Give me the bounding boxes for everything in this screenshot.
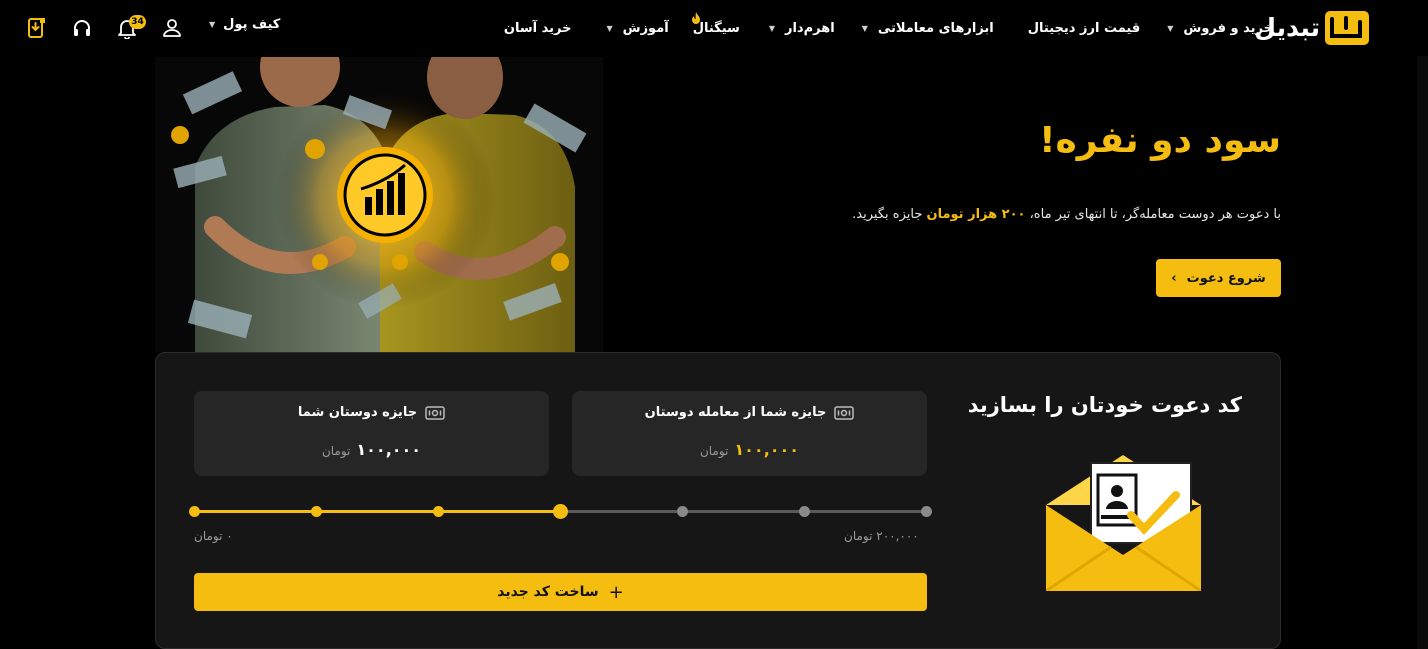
slider-step-dot[interactable] (189, 506, 200, 517)
nav-item-buy-sell[interactable]: خرید و فروش ▼ (1167, 21, 1273, 36)
nav-item-label: اهرم‌دار (784, 20, 835, 36)
wallet-menu[interactable]: ▼ کیف پول (209, 17, 280, 32)
slider-step-dot[interactable] (921, 506, 932, 517)
chevron-down-icon: ▼ (1167, 23, 1174, 33)
stat-value-row: ۱۰۰,۰۰۰ تومان (194, 440, 549, 459)
stat-tile-friend-reward: جایزه دوستان شما ۱۰۰,۰۰۰ تومان (194, 391, 549, 476)
header-tools: 34 ▼ کیف پول (0, 0, 300, 56)
top-navbar: تبدیل خرید و فروش ▼ قیمت ارز دیجیتال ابز… (0, 0, 1428, 56)
slider-step-dot[interactable] (311, 506, 322, 517)
page-scrollbar[interactable] (1417, 56, 1428, 649)
reward-split-slider[interactable] (189, 504, 932, 519)
chevron-down-icon: ▼ (768, 23, 775, 33)
plus-icon: + (608, 581, 624, 603)
fire-icon (691, 11, 700, 24)
card-title: کد دعوت خودتان را بسازید (967, 393, 1242, 417)
hero-desc-start: با دعوت هر دوست معامله‌گر، تا انتهای تیر… (1029, 207, 1281, 222)
nav-item-signal[interactable]: سیگنال (691, 11, 740, 36)
wallet-label: کیف پول (223, 17, 281, 32)
stat-unit: تومان (699, 444, 729, 458)
notification-badge: 34 (129, 15, 146, 29)
chevron-down-icon: ▼ (861, 23, 868, 33)
nav-item-easy-buy[interactable]: خرید آسان (504, 21, 572, 36)
stat-value: ۱۰۰,۰۰۰ (356, 440, 422, 459)
stat-tile-your-reward: جایزه شما از معامله دوستان ۱۰۰,۰۰۰ تومان (572, 391, 927, 476)
stat-value: ۱۰۰,۰۰۰ (734, 440, 800, 459)
nav-item-leverage[interactable]: اهرم‌دار ▼ (769, 21, 835, 36)
slider-fill (194, 510, 560, 513)
chevron-left-icon: › (1171, 270, 1177, 286)
nav-item-trading-tools[interactable]: ابزارهای معاملاتی ▼ (862, 21, 994, 36)
nav-item-prices[interactable]: قیمت ارز دیجیتال (1028, 21, 1140, 36)
download-app-icon[interactable] (25, 17, 47, 39)
banknote-icon (834, 405, 855, 420)
slider-handle[interactable] (553, 504, 568, 519)
range-max-label: ۲۰۰,۰۰۰ تومان (844, 529, 919, 543)
stat-label: جایزه دوستان شما (297, 405, 418, 420)
hero-title: سود دو نفره! (1039, 120, 1281, 161)
hero-desc-end: جایزه بگیرید. (852, 207, 923, 222)
stat-label: جایزه شما از معامله دوستان (644, 405, 827, 420)
slider-step-dot[interactable] (799, 506, 810, 517)
nav-item-label: قیمت ارز دیجیتال (1027, 20, 1141, 36)
headset-icon[interactable] (71, 17, 93, 39)
stat-header: جایزه شما از معامله دوستان (572, 405, 927, 420)
nav-item-education[interactable]: آموزش ▼ (606, 21, 668, 36)
start-invite-button[interactable]: شروع دعوت › (1156, 259, 1281, 297)
create-code-label: ساخت کد جدید (497, 584, 599, 600)
nav-item-label: ابزارهای معاملاتی (877, 20, 994, 36)
range-min-label: ۰ تومان (194, 529, 233, 543)
slider-step-dot[interactable] (433, 506, 444, 517)
user-icon[interactable] (161, 17, 183, 39)
banknote-icon (425, 405, 445, 420)
envelope-illustration-icon (1046, 455, 1201, 591)
hero-illustration (155, 57, 603, 352)
slider-step-dot[interactable] (677, 506, 688, 517)
hero-image (155, 57, 603, 352)
start-invite-label: شروع دعوت (1186, 270, 1266, 286)
invite-code-card: کد دعوت خودتان را بسازید جایزه شما از مع… (155, 352, 1281, 649)
nav-item-label: خرید آسان (503, 20, 572, 36)
nav-item-label: آموزش (622, 20, 669, 36)
nav-item-label: خرید و فروش (1183, 20, 1273, 36)
stat-unit: تومان (321, 444, 351, 458)
create-new-code-button[interactable]: + ساخت کد جدید (194, 573, 927, 611)
chevron-down-icon: ▼ (606, 23, 613, 33)
main-nav: خرید و فروش ▼ قیمت ارز دیجیتال ابزارهای … (504, 0, 1273, 56)
hero-description: با دعوت هر دوست معامله‌گر، تا انتهای تیر… (852, 207, 1281, 222)
logo-mark-icon (1325, 11, 1369, 45)
stat-value-row: ۱۰۰,۰۰۰ تومان (572, 440, 927, 459)
hero-desc-highlight: ۲۰۰ هزار تومان (926, 207, 1026, 222)
stat-header: جایزه دوستان شما (194, 405, 549, 420)
chevron-down-icon: ▼ (209, 20, 216, 29)
